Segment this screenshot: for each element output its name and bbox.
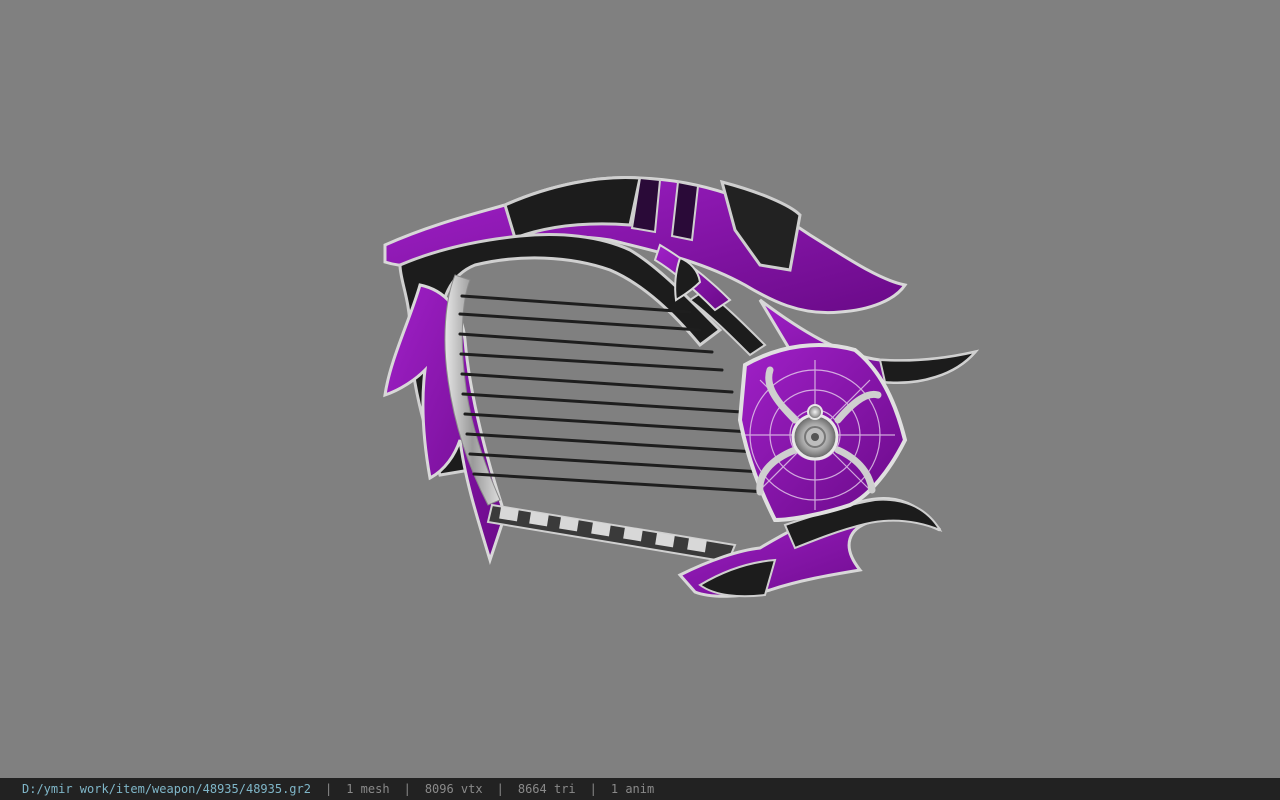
model-file-path: D:/ymir work/item/weapon/48935/48935.gr2: [22, 782, 311, 796]
status-separator: |: [589, 782, 597, 796]
vertex-count: 8096 vtx: [424, 782, 483, 796]
triangle-count: 8664 tri: [517, 782, 576, 796]
harp-right-upper-black: [878, 350, 978, 384]
status-bar: D:/ymir work/item/weapon/48935/48935.gr2…: [0, 778, 1280, 800]
harp-handle-bar: [486, 503, 737, 564]
status-separator: |: [403, 782, 411, 796]
harp-emblem-top-knob: [807, 404, 823, 420]
3d-viewport[interactable]: [0, 0, 1280, 778]
status-separator: |: [496, 782, 504, 796]
status-separator: |: [324, 782, 333, 796]
harp-weapon-model: [383, 176, 980, 598]
anim-count: 1 anim: [610, 782, 655, 796]
mesh-count: 1 mesh: [346, 782, 390, 796]
